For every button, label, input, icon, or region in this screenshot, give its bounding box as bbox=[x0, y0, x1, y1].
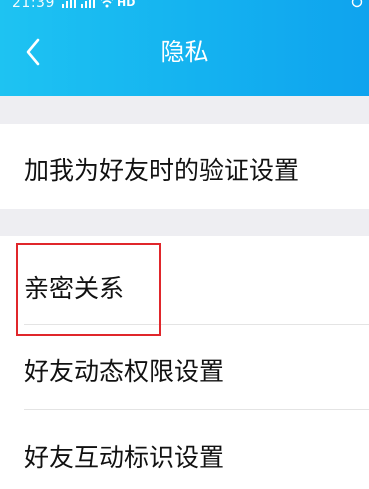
friend-feed-permission-item[interactable]: 好友动态权限设置 bbox=[0, 325, 369, 409]
sim-signal-icon bbox=[62, 0, 76, 8]
alarm-icon bbox=[351, 0, 363, 8]
section-gap bbox=[0, 209, 369, 236]
item-label: 好友动态权限设置 bbox=[24, 357, 225, 386]
page-title: 隐私 bbox=[160, 38, 209, 66]
status-time: 21:39 bbox=[12, 0, 55, 11]
sim2-signal-icon bbox=[81, 0, 95, 8]
item-label: 好友互动标识设置 bbox=[24, 443, 225, 472]
network-type-label: HD bbox=[117, 0, 136, 9]
status-icons: HD bbox=[62, 0, 135, 10]
wifi-icon bbox=[101, 0, 113, 8]
section-gap bbox=[0, 96, 369, 124]
highlight-box bbox=[16, 243, 161, 336]
friend-verification-settings-item[interactable]: 加我为好友时的验证设置 bbox=[0, 124, 369, 209]
privacy-settings-screen: 21:39 HD 隐私 加我为好友时的验证设置 亲密关系 好友动态权限设置 好友… bbox=[0, 0, 369, 489]
item-label: 加我为好友时的验证设置 bbox=[24, 156, 300, 185]
status-bar: 21:39 HD bbox=[0, 0, 369, 14]
header-bar: 21:39 HD 隐私 bbox=[0, 0, 369, 96]
friend-interaction-badge-item[interactable]: 好友互动标识设置 bbox=[0, 410, 369, 489]
